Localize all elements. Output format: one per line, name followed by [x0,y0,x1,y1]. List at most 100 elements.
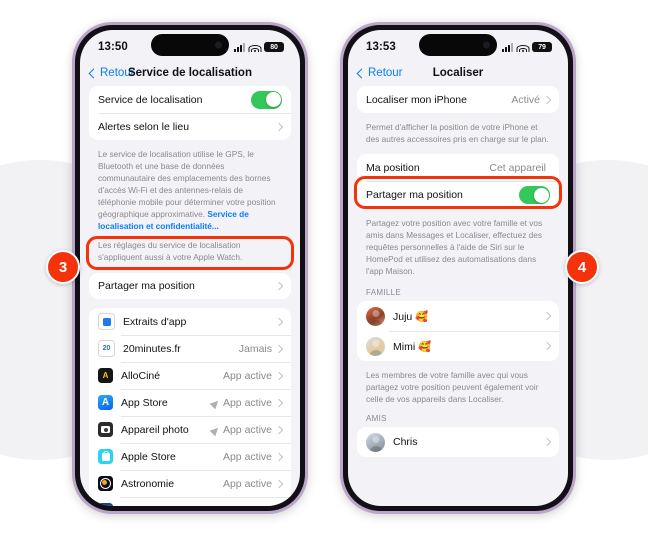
location-services-toggle[interactable] [251,90,282,109]
nav-bar-right: Retour Localiser [348,60,568,86]
astronomy-icon [98,476,113,492]
app-row-app-store[interactable]: A App Store App active [89,389,291,416]
app-name: App Store [121,396,168,409]
avatar-juju [366,306,385,326]
allocine-icon: A [98,368,113,384]
share-position-description: Partagez votre position avec votre famil… [357,211,559,286]
share-position-toggle[interactable] [519,186,550,205]
phone-screen-left: 13:50 80 Retour Service de localisation [80,30,300,506]
status-clock: 13:53 [366,41,396,53]
description-text: Partagez votre position avec votre famil… [366,218,543,277]
app-name: AlloCiné [121,369,161,382]
app-row-banque-pop[interactable]: +X Banque Pop App active [89,497,291,506]
status-bar-left: 13:50 80 [80,30,300,60]
friend-row-chris[interactable]: Chris [357,427,559,457]
chevron-right-icon [274,371,284,380]
my-position-card: Ma position Cet appareil Partager ma pos… [357,154,559,210]
settings-content-left: Service de localisation Alertes selon le… [80,86,300,506]
back-button[interactable]: Retour [88,67,135,79]
status-indicators: 79 [502,38,552,52]
app-row-extraits[interactable]: Extraits d'app [89,308,291,335]
nav-bar-left: Retour Service de localisation [80,60,300,86]
back-button[interactable]: Retour [356,67,403,79]
app-status: App active [223,505,272,506]
app-status: App active [222,477,272,490]
status-bar-right: 13:53 79 [348,30,568,60]
app-row-20minutes[interactable]: 20 20minutes.fr Jamais [89,335,291,362]
app-store-icon: A [98,395,113,411]
screenshot-stage: 13:50 80 Retour Service de localisation [0,0,648,533]
contact-name: Chris [393,436,418,449]
chevron-right-icon [274,452,284,461]
app-name: 20minutes.fr [123,342,181,355]
row-my-position[interactable]: Ma position Cet appareil [357,154,559,181]
app-status: App active [222,423,272,436]
app-status: App active [222,450,272,463]
chevron-right-icon [274,122,284,131]
friends-section-header: AMIS [366,414,387,424]
chevron-left-icon [88,68,99,78]
app-row-astronomie[interactable]: Astronomie App active [89,470,291,497]
app-row-apple-store[interactable]: Apple Store App active [89,443,291,470]
front-camera-icon [215,41,222,49]
location-description: Le service de localisation utilise le GP… [89,142,291,272]
row-share-my-position[interactable]: Partager ma position [89,273,291,299]
friends-card: Chris [357,427,559,458]
family-section-header: FAMILLE [366,288,402,298]
back-button-label: Retour [368,67,403,79]
chevron-left-icon [356,68,367,78]
app-name: Banque Pop [121,505,223,506]
app-name: Apple Store [121,450,176,463]
phone-bezel-left: 13:50 80 Retour Service de localisation [75,25,305,511]
find-my-description: Permet d'afficher la position de votre i… [357,115,559,154]
front-camera-icon [483,41,490,49]
contact-name: Mimi 🥰 [393,340,432,353]
battery-icon: 79 [532,42,552,52]
share-position-card: Partager ma position [89,273,291,300]
row-find-my-iphone[interactable]: Localiser mon iPhone Activé [357,86,559,113]
row-share-my-position[interactable]: Partager ma position [357,181,559,209]
apple-store-icon [98,449,113,465]
family-row-juju[interactable]: Juju 🥰 [357,301,559,331]
location-services-card: Service de localisation Alertes selon le… [89,86,291,140]
app-status: App active [222,369,272,382]
family-description: Les membres de votre famille avec qui vo… [357,363,559,414]
description-text: Permet d'afficher la position de votre i… [366,122,549,145]
app-status: Jamais [238,342,272,355]
contact-name: Juju 🥰 [393,310,429,323]
wifi-icon [248,43,261,52]
phone-mockup-left: 13:50 80 Retour Service de localisation [72,22,308,514]
chevron-right-icon [542,311,552,321]
chevron-right-icon [274,479,284,488]
apps-list-card: Extraits d'app 20 20minutes.fr Jamais A [89,308,291,506]
row-location-alerts[interactable]: Alertes selon le lieu [89,113,291,140]
app-name: Extraits d'app [123,315,187,328]
row-value: Cet appareil [489,161,546,174]
chevron-right-icon [274,317,284,326]
app-name: Astronomie [121,477,175,490]
status-indicators: 80 [234,38,284,52]
step-badge-3: 3 [46,250,80,284]
description-text: Les membres de votre famille avec qui vo… [366,370,539,405]
wifi-icon [516,43,529,52]
dynamic-island [419,34,497,56]
phone-screen-right: 13:53 79 Retour Localiser Localiser mon … [348,30,568,506]
row-value: Activé [511,93,540,106]
app-name: Appareil photo [121,423,189,436]
app-row-camera[interactable]: Appareil photo App active [89,416,291,443]
chevron-right-icon [542,95,552,104]
row-location-services[interactable]: Service de localisation [89,86,291,113]
family-row-mimi[interactable]: Mimi 🥰 [357,331,559,361]
step-badge-4: 4 [565,250,599,284]
chevron-right-icon [274,398,284,407]
cellular-bars-icon [234,42,245,52]
chevron-right-icon [274,281,284,291]
cellular-bars-icon [502,42,513,52]
avatar-mimi [366,336,385,356]
phone-bezel-right: 13:53 79 Retour Localiser Localiser mon … [343,25,573,511]
chevron-right-icon [274,425,284,434]
description-text-2: Les réglages du service de localisation … [98,240,243,263]
find-my-iphone-card: Localiser mon iPhone Activé [357,86,559,113]
row-label: Alertes selon le lieu [98,120,190,133]
app-row-allocine[interactable]: A AlloCiné App active [89,362,291,389]
